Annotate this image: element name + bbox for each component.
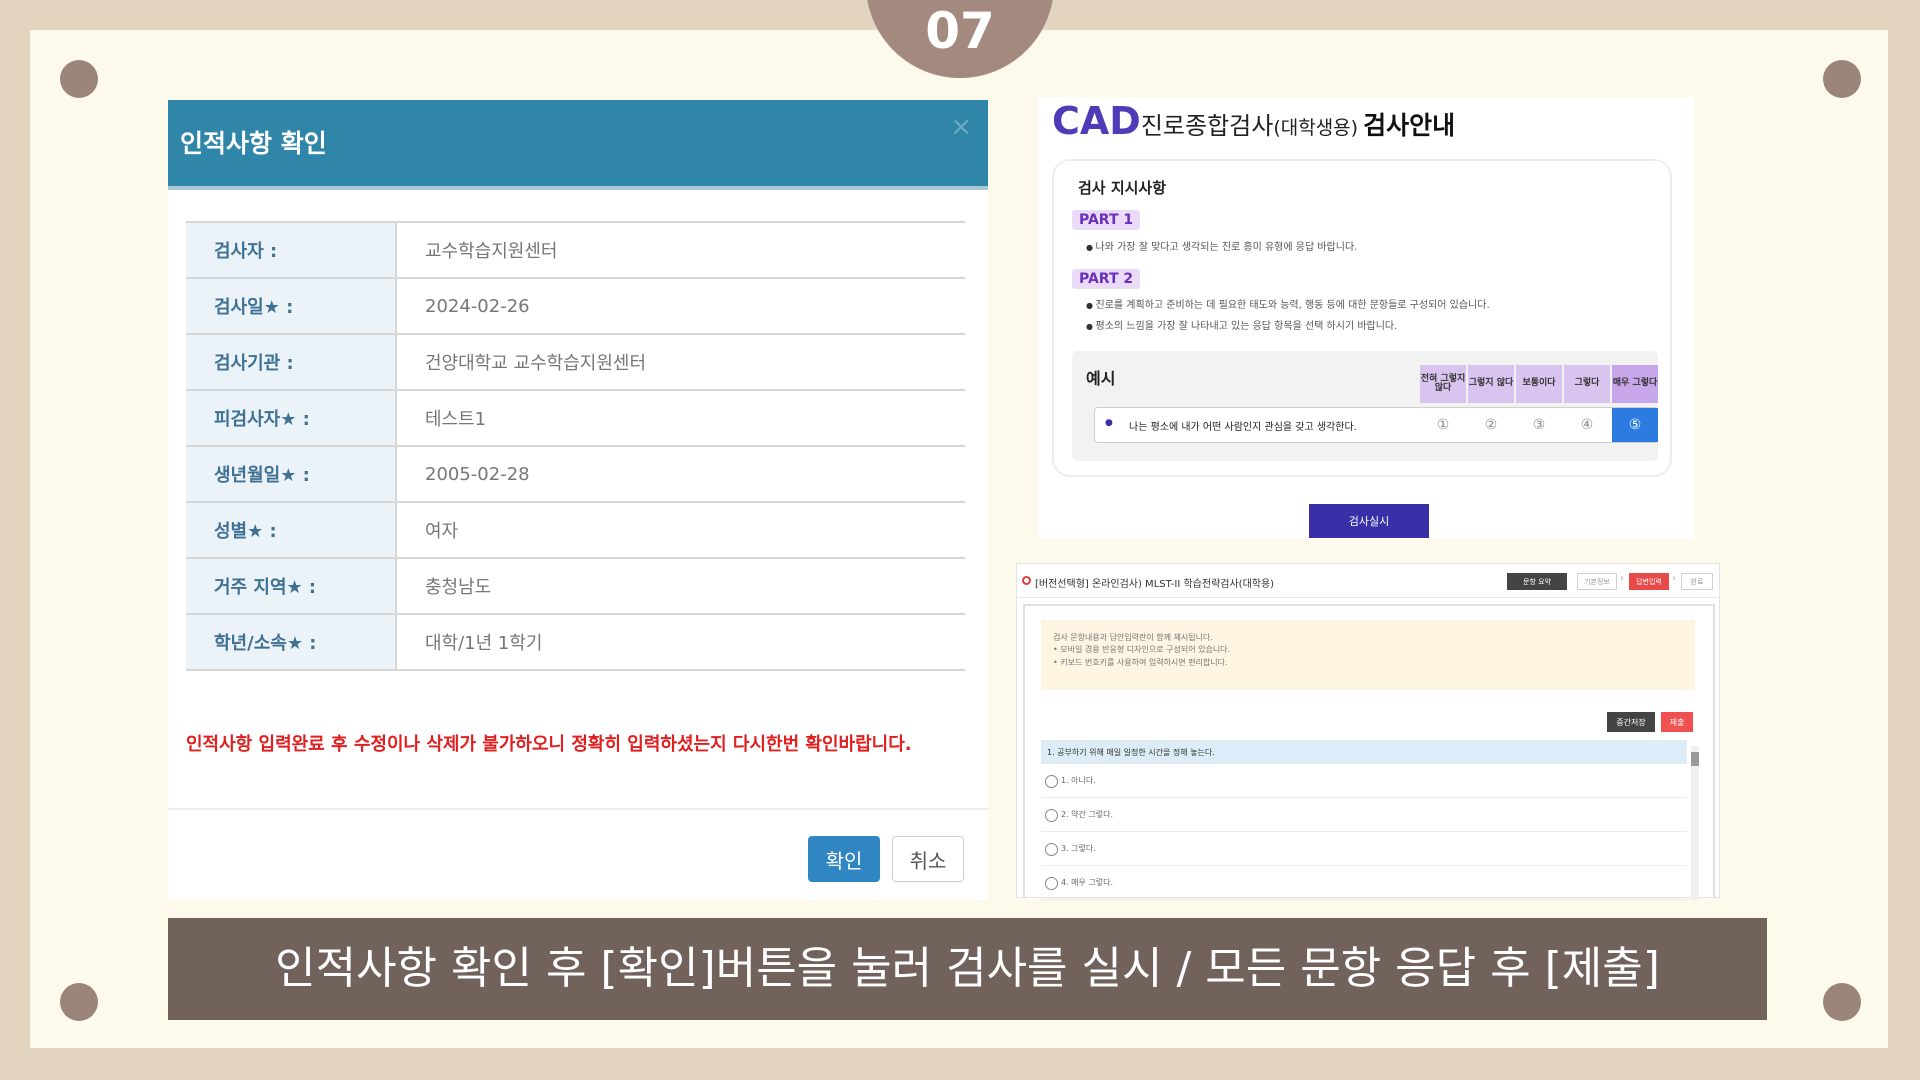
caption-banner: 인적사항 확인 후 [확인]버튼을 눌러 검사를 실시 / 모든 문항 응답 후… [168, 918, 1767, 1020]
scrollbar-thumb[interactable] [1691, 752, 1699, 766]
table-row: 검사기관 : 건양대학교 교수학습지원센터 [186, 334, 965, 391]
row-label: 피검사자★ : [186, 390, 397, 447]
row-value: 여자 [396, 502, 965, 559]
row-label: 검사자 : [186, 222, 397, 279]
row-value: 건양대학교 교수학습지원센터 [396, 334, 965, 391]
step-summary[interactable]: 문항 요약 [1507, 573, 1567, 590]
corner-dot [1823, 983, 1861, 1021]
example-question: 나는 평소에 내가 어떤 사람인지 관심을 갖고 생각한다. [1105, 418, 1357, 433]
submit-button[interactable]: 제출 [1661, 712, 1693, 732]
notice-box: 검사 문항내용과 답안입력란이 함께 제시됩니다. • 모바일 겸용 반응형 디… [1041, 620, 1695, 690]
cad-guide-title: 검사안내 [1363, 111, 1456, 140]
chevron-right-icon: › [1672, 573, 1676, 584]
scrollbar[interactable] [1691, 746, 1699, 900]
option-4[interactable]: ④ [1564, 408, 1610, 442]
row-label: 거주 지역★ : [186, 558, 397, 615]
info-table: 검사자 : 교수학습지원센터 검사일★ :2024-02-26 검사기관 : 건양대… [186, 221, 965, 671]
close-icon[interactable]: × [950, 112, 972, 142]
chevron-right-icon: › [1620, 573, 1624, 584]
cad-sub: (대학생용) [1273, 117, 1359, 139]
row-label: 검사일★ : [186, 278, 397, 335]
part1-tag: PART 1 [1072, 210, 1141, 230]
scale-header: 그렇다 [1564, 365, 1610, 403]
warning-message: 인적사항 입력완료 후 수정이나 삭제가 불가하오니 정확히 입력하셨는지 다시… [186, 734, 912, 755]
scale-header: 매우 그렇다 [1612, 365, 1658, 403]
example-row: 나는 평소에 내가 어떤 사람인지 관심을 갖고 생각한다. ① ② ③ ④ ⑤ [1094, 407, 1658, 443]
answer-option[interactable]: 4. 매우 그렇다. [1041, 866, 1687, 900]
option-3[interactable]: ③ [1516, 408, 1562, 442]
mlst-title: [버전선택형] 온라인검사) MLST-II 학습전략검사(대학용) [1021, 575, 1274, 590]
cad-name: 진로종합검사 [1140, 112, 1274, 140]
step-basic-info: 기본정보 [1577, 573, 1617, 590]
table-row: 성별★ : 여자 [186, 502, 965, 559]
answer-option[interactable]: 2. 약간 그렇다. [1041, 798, 1687, 832]
cad-brand: CAD [1052, 99, 1141, 143]
list-item: 진로를 계획하고 준비하는 데 필요한 태도와 능력, 행동 등에 대한 문항들… [1086, 296, 1490, 311]
row-value: 교수학습지원센터 [396, 222, 965, 279]
corner-dot [60, 60, 98, 98]
table-row: 학년/소속★ : 대학/1년 1학기 [186, 614, 965, 671]
row-label: 학년/소속★ : [186, 614, 397, 671]
confirm-button[interactable]: 확인 [808, 836, 880, 882]
notice-line: • 모바일 겸용 반응형 디자인으로 구성되어 있습니다. [1053, 645, 1231, 655]
corner-dot [60, 983, 98, 1021]
list-item: 평소의 느낌을 가장 잘 나타내고 있는 응답 항목을 선택 하시기 바랍니다. [1086, 317, 1398, 332]
row-value: 충청남도 [396, 558, 965, 615]
scale-header: 전혀 그렇지 않다 [1420, 365, 1466, 403]
instruction-card: 검사 지시사항 PART 1 나와 가장 잘 맞다고 생각되는 진로 흥미 유형… [1052, 159, 1672, 477]
modal-footer-divider [168, 808, 988, 810]
start-test-button[interactable]: 검사실시 [1309, 504, 1429, 538]
row-value: 2024-02-26 [396, 278, 965, 335]
list-item: 나와 가장 잘 맞다고 생각되는 진로 흥미 유형에 응답 바랍니다. [1086, 238, 1358, 253]
scale-header: 보통이다 [1516, 365, 1562, 403]
step-answer-input: 답변입력 [1629, 573, 1669, 590]
mlst-body: 검사 문항내용과 답안입력란이 함께 제시됩니다. • 모바일 겸용 반응형 디… [1023, 604, 1715, 900]
mlst-topbar: [버전선택형] 온라인검사) MLST-II 학습전략검사(대학용) 문항 요약… [1017, 564, 1719, 598]
option-1[interactable]: ① [1420, 408, 1466, 442]
row-value: 테스트1 [396, 390, 965, 447]
answer-option[interactable]: 1. 아니다. [1041, 764, 1687, 798]
row-label: 검사기관 : [186, 334, 397, 391]
corner-dot [1823, 60, 1861, 98]
scale-header: 그렇지 않다 [1468, 365, 1514, 403]
table-row: 생년월일★ :2005-02-28 [186, 446, 965, 503]
notice-line: • 키보드 번호키를 사용하여 입력하시면 편리합니다. [1053, 657, 1228, 667]
question-header: 1. 공부하기 위해 매일 일정한 시간을 정해 놓는다. [1041, 740, 1687, 764]
option-5[interactable]: ⑤ [1612, 408, 1658, 442]
modal-header: 인적사항 확인 × [168, 100, 988, 190]
answer-option[interactable]: 3. 그렇다. [1041, 832, 1687, 866]
table-row: 거주 지역★ : 충청남도 [186, 558, 965, 615]
option-2[interactable]: ② [1468, 408, 1514, 442]
table-row: 검사일★ :2024-02-26 [186, 278, 965, 335]
example-label: 예시 [1086, 369, 1116, 388]
example-box: 예시 전혀 그렇지 않다 그렇지 않다 보통이다 그렇다 매우 그렇다 나는 평… [1072, 351, 1658, 461]
personal-info-modal: 인적사항 확인 × 검사자 : 교수학습지원센터 검사일★ :2024-02-26… [168, 100, 988, 900]
row-label: 생년월일★ : [186, 446, 397, 503]
row-label: 성별★ : [186, 502, 397, 559]
save-draft-button[interactable]: 중간저장 [1607, 712, 1655, 732]
table-row: 피검사자★ : 테스트1 [186, 390, 965, 447]
cancel-button[interactable]: 취소 [892, 836, 964, 882]
instruction-heading: 검사 지시사항 [1078, 179, 1167, 197]
notice-line: 검사 문항내용과 답안입력란이 함께 제시됩니다. [1053, 633, 1213, 642]
table-row: 검사자 : 교수학습지원센터 [186, 222, 965, 279]
part2-tag: PART 2 [1072, 269, 1141, 289]
step-complete: 완료 [1681, 573, 1713, 590]
cad-guide-panel: CAD진로종합검사(대학생용) 검사안내 검사 지시사항 PART 1 나와 가… [1038, 97, 1694, 539]
mlst-panel: [버전선택형] 온라인검사) MLST-II 학습전략검사(대학용) 문항 요약… [1016, 563, 1720, 900]
row-value: 대학/1년 1학기 [396, 614, 965, 671]
row-value: 2005-02-28 [396, 446, 965, 503]
cad-title: CAD진로종합검사(대학생용) 검사안내 [1052, 99, 1455, 143]
modal-title: 인적사항 확인 [180, 129, 327, 158]
